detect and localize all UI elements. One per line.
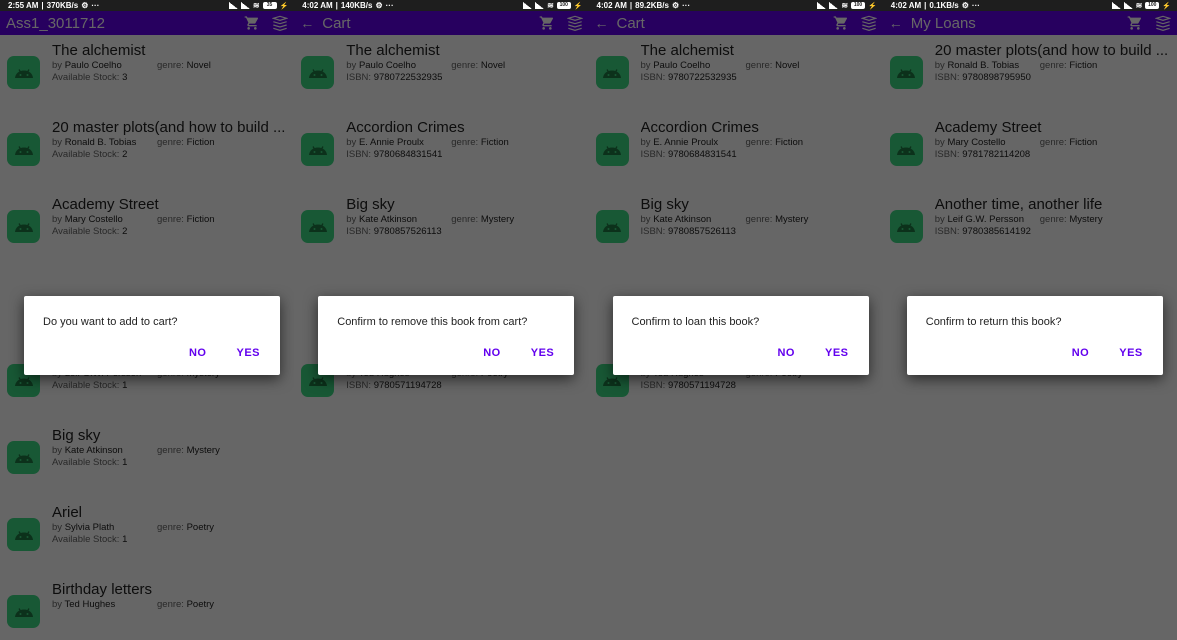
phone-screen: 2:55 AM|370KB/s⚙··· ≋ 35 ⚡ Ass1_3011712 … <box>0 0 295 640</box>
status-network-speed: 140KB/s <box>340 1 373 10</box>
status-bar: 4:02 AM | 89.2KB/s ⚙ ··· ≋ 100 ⚡ <box>588 0 883 11</box>
status-network-speed: 89.2KB/s <box>635 1 669 10</box>
more-icon: ··· <box>971 1 980 10</box>
signal-icon <box>1123 2 1133 9</box>
screenshot-row: 2:55 AM|370KB/s⚙··· ≋ 35 ⚡ Ass1_3011712 … <box>0 0 1177 640</box>
no-button[interactable]: NO <box>483 347 501 359</box>
phone-screen: 4:02 AM|89.2KB/s⚙··· ≋ 100 ⚡ ← Cart The … <box>588 0 883 640</box>
battery-icon: 100 <box>851 2 866 9</box>
status-bar: 2:55 AM | 370KB/s ⚙ ··· ≋ 35 ⚡ <box>0 0 295 11</box>
charging-icon: ⚡ <box>279 2 289 10</box>
signal-icon <box>535 2 545 9</box>
confirm-dialog: Confirm to return this book? NO YES <box>906 296 1163 375</box>
status-time: 4:02 AM <box>890 1 922 10</box>
status-network-speed: 0.1KB/s <box>929 1 959 10</box>
yes-button[interactable]: YES <box>531 347 555 359</box>
more-icon: ··· <box>91 1 100 10</box>
gear-icon: ⚙ <box>81 1 89 10</box>
signal-icon <box>240 2 250 9</box>
battery-icon: 35 <box>262 2 277 9</box>
signal-icon <box>228 2 238 9</box>
gear-icon: ⚙ <box>375 1 383 10</box>
dialog-message: Confirm to loan this book? <box>631 316 760 328</box>
dialog-message: Do you want to add to cart? <box>43 316 178 328</box>
status-time: 4:02 AM <box>302 1 333 10</box>
battery-icon: 100 <box>556 2 571 9</box>
status-bar: 4:02 AM | 0.1KB/s ⚙ ··· ≋ 100 ⚡ <box>882 0 1177 11</box>
more-icon: ··· <box>682 1 691 10</box>
signal-icon <box>1111 2 1121 9</box>
charging-icon: ⚡ <box>868 2 877 10</box>
charging-icon: ⚡ <box>573 2 583 10</box>
no-button[interactable]: NO <box>1072 347 1090 359</box>
yes-button[interactable]: YES <box>236 347 260 359</box>
confirm-dialog: Confirm to loan this book? NO YES <box>612 296 869 375</box>
battery-icon: 100 <box>1145 2 1160 9</box>
gear-icon: ⚙ <box>961 1 969 10</box>
dialog-message: Confirm to return this book? <box>925 316 1062 328</box>
status-bar: 4:02 AM | 140KB/s ⚙ ··· ≋ 100 ⚡ <box>294 0 589 11</box>
yes-button[interactable]: YES <box>825 347 849 359</box>
wifi-icon: ≋ <box>1135 0 1143 10</box>
signal-icon <box>829 2 839 9</box>
signal-icon <box>523 2 533 9</box>
status-time: 2:55 AM <box>8 1 39 10</box>
more-icon: ··· <box>385 1 394 10</box>
no-button[interactable]: NO <box>777 347 795 359</box>
phone-screen: 4:02 AM|140KB/s⚙··· ≋ 100 ⚡ ← Cart The a… <box>294 0 589 640</box>
signal-icon <box>817 2 827 9</box>
wifi-icon: ≋ <box>547 0 554 10</box>
no-button[interactable]: NO <box>189 347 207 359</box>
wifi-icon: ≋ <box>252 0 260 10</box>
status-time: 4:02 AM <box>596 1 627 10</box>
dialog-message: Confirm to remove this book from cart? <box>337 316 528 328</box>
confirm-dialog: Do you want to add to cart? NO YES <box>24 296 280 375</box>
wifi-icon: ≋ <box>841 0 849 10</box>
confirm-dialog: Confirm to remove this book from cart? N… <box>318 296 575 375</box>
yes-button[interactable]: YES <box>1119 347 1143 359</box>
charging-icon: ⚡ <box>1162 2 1171 10</box>
phone-screen: 4:02 AM|0.1KB/s⚙··· ≋ 100 ⚡ ← My Loans 2… <box>882 0 1177 640</box>
gear-icon: ⚙ <box>671 1 680 10</box>
status-network-speed: 370KB/s <box>46 1 79 10</box>
